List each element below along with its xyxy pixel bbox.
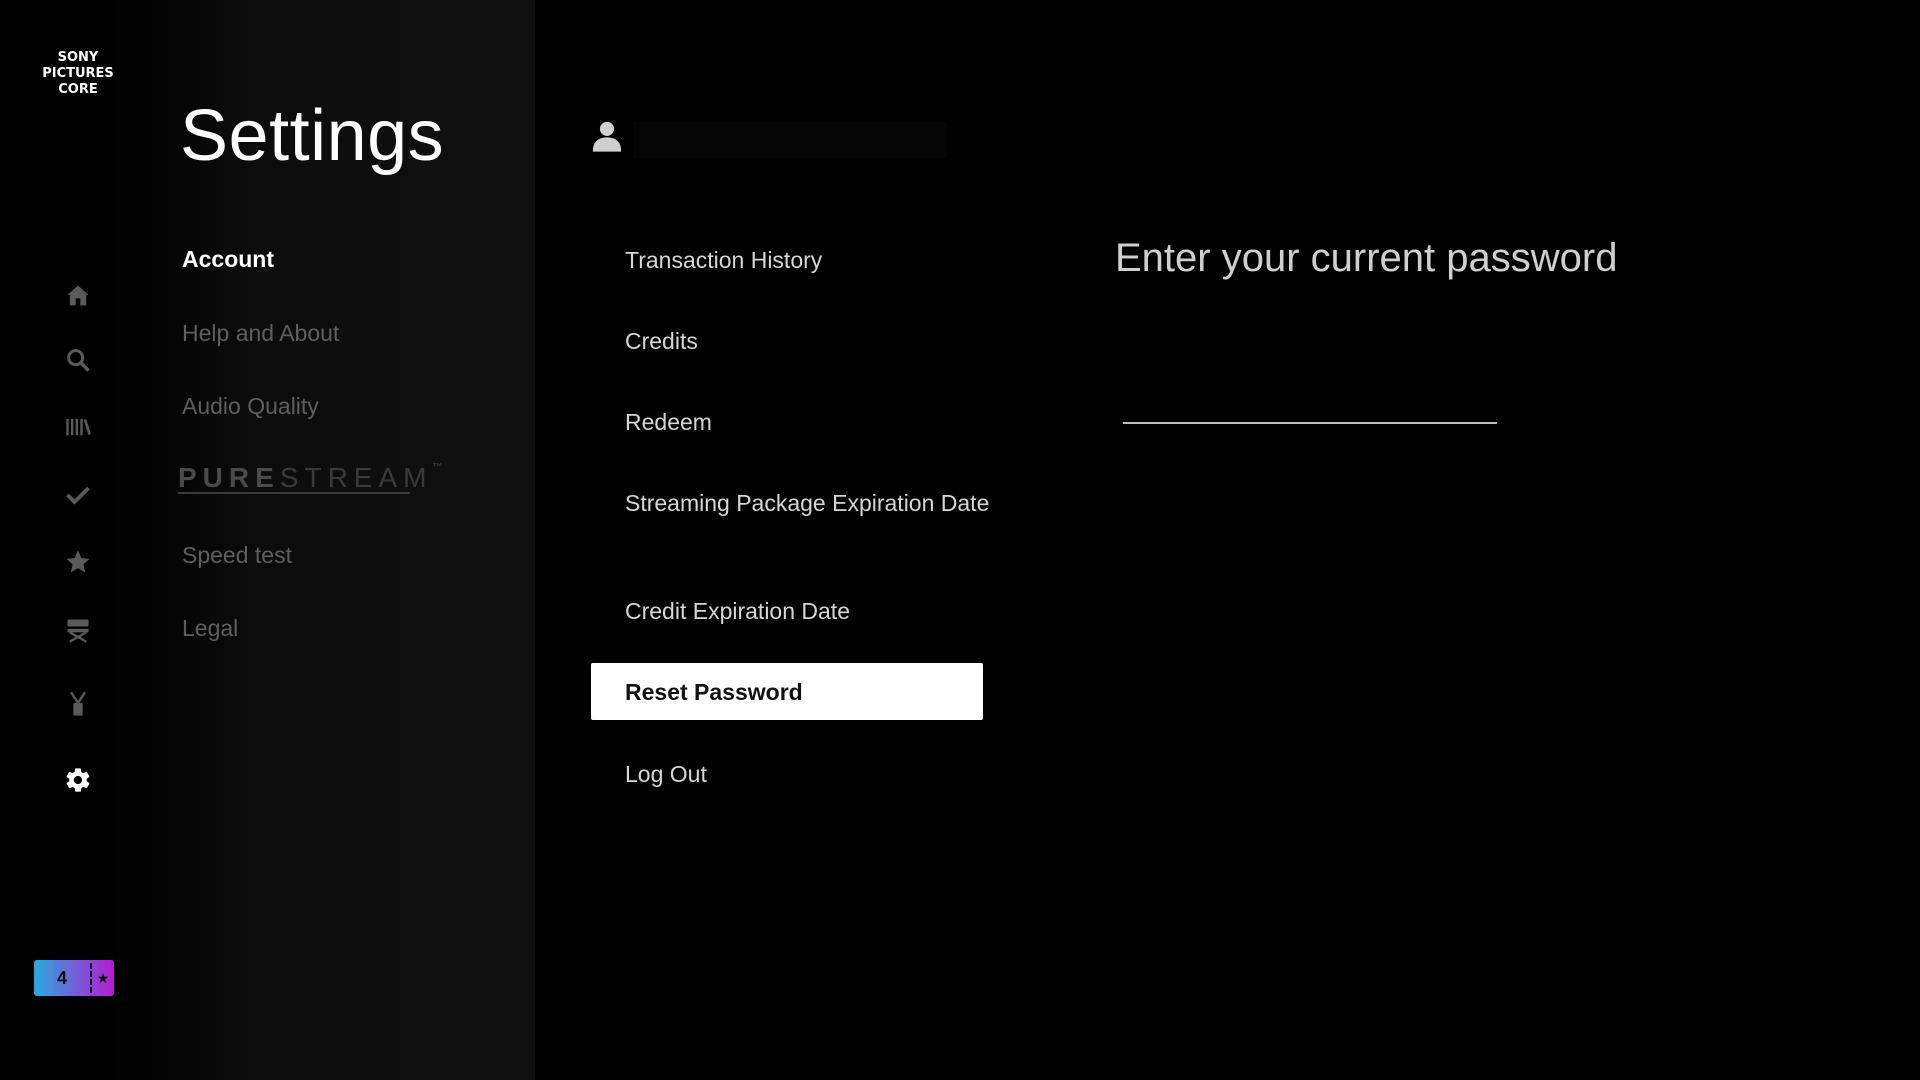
category-speed-test[interactable]: Speed test — [182, 542, 292, 569]
redacted-username — [633, 122, 946, 158]
current-password-input[interactable] — [1123, 380, 1497, 420]
purestream-underline — [178, 492, 410, 494]
ticket-count: 4 — [56, 967, 67, 988]
check-icon[interactable] — [58, 475, 98, 515]
user-avatar-icon — [590, 118, 624, 154]
menu-item-log-out[interactable]: Log Out — [591, 760, 983, 788]
menu-item-reset-password[interactable]: Reset Password — [591, 663, 983, 720]
category-legal[interactable]: Legal — [182, 615, 238, 642]
clapper-icon[interactable] — [58, 684, 98, 724]
menu-item-credit-expiration-date[interactable]: Credit Expiration Date — [591, 597, 983, 625]
star-icon[interactable] — [58, 542, 98, 582]
search-icon[interactable] — [58, 340, 98, 380]
menu-item-credits[interactable]: Credits — [591, 327, 983, 355]
home-icon[interactable] — [58, 276, 98, 316]
category-account[interactable]: Account — [182, 246, 274, 273]
credits-ticket-badge[interactable]: 4 ★ — [34, 960, 114, 996]
menu-item-redeem[interactable]: Redeem — [591, 408, 983, 436]
director-chair-icon[interactable] — [58, 610, 98, 650]
password-input-underline — [1123, 422, 1497, 424]
gear-icon[interactable] — [58, 760, 98, 800]
purestream-logo[interactable]: PURESTREAM™ — [178, 462, 448, 494]
menu-item-streaming-package-expiration-date[interactable]: Streaming Package Expiration Date — [591, 489, 1011, 517]
menu-item-transaction-history[interactable]: Transaction History — [591, 246, 983, 274]
page-title: Settings — [180, 96, 445, 176]
library-icon[interactable] — [58, 407, 98, 447]
category-audio-quality[interactable]: Audio Quality — [182, 393, 319, 420]
password-prompt: Enter your current password — [1115, 236, 1618, 280]
category-help-and-about[interactable]: Help and About — [182, 320, 339, 347]
